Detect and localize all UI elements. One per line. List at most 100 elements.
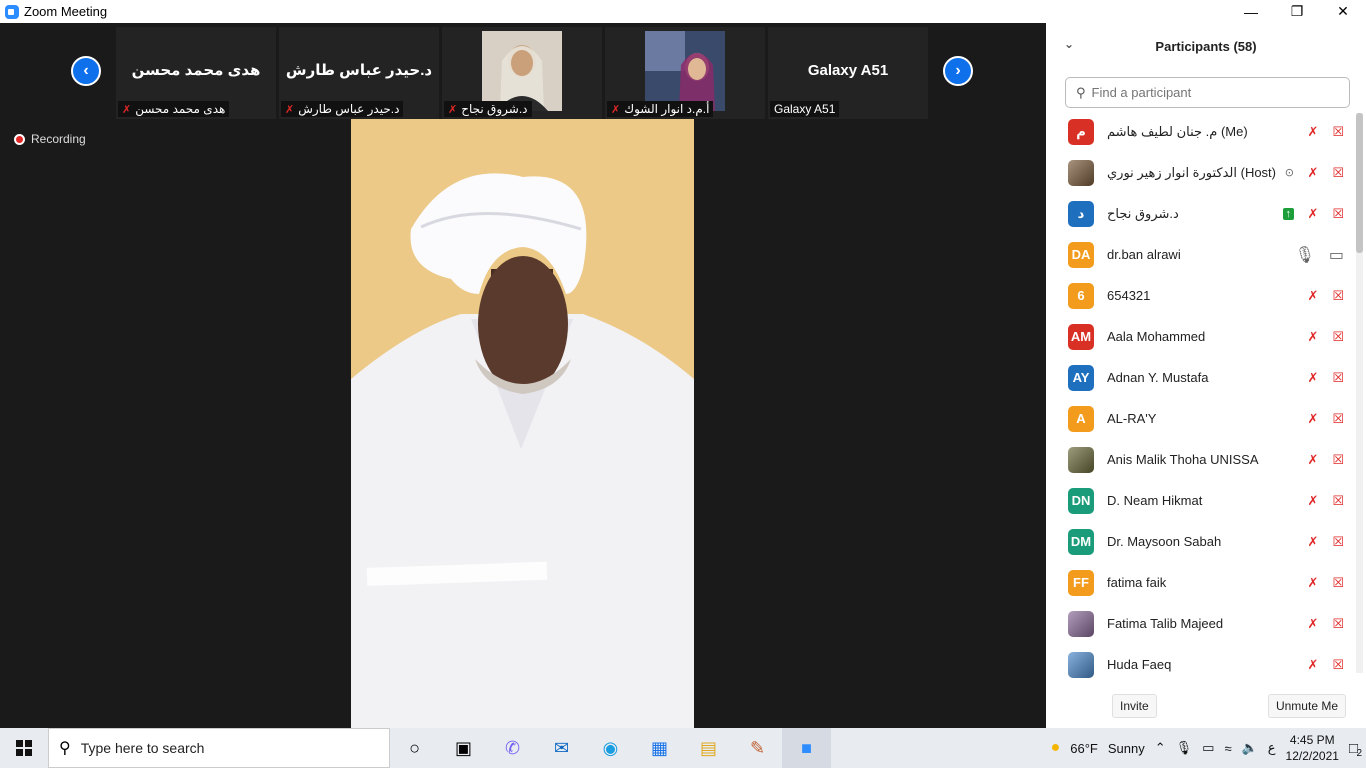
thumbnail-label-text: Galaxy A51	[774, 102, 836, 116]
video-off-icon[interactable]: ☒	[1332, 329, 1344, 345]
weather-temperature[interactable]: 66°F	[1070, 741, 1098, 756]
participant-search-input[interactable]	[1091, 85, 1332, 100]
weather-sun-icon: ●	[1050, 739, 1061, 756]
participant-row[interactable]: DM Dr. Maysoon Sabah ✗ ☒	[1046, 521, 1356, 562]
participant-name: fatima faik	[1107, 575, 1167, 590]
participant-name: د.شروق نجاح	[1107, 205, 1179, 221]
microphone-icon[interactable]: 🎙	[1295, 245, 1315, 265]
invite-button[interactable]: Invite	[1112, 694, 1157, 718]
thumbnail-tile[interactable]: ✗ د.شروق نجاح	[442, 27, 602, 119]
muted-mic-icon[interactable]: ✗	[1307, 575, 1318, 591]
video-off-icon[interactable]: ☒	[1332, 575, 1344, 591]
participant-row[interactable]: FF fatima faik ✗ ☒	[1046, 562, 1356, 603]
video-off-icon[interactable]: ☒	[1332, 124, 1344, 140]
video-off-icon[interactable]: ☒	[1332, 165, 1344, 181]
unmute-me-button[interactable]: Unmute Me	[1267, 694, 1346, 718]
muted-mic-icon[interactable]: ✗	[1307, 493, 1318, 509]
video-camera-icon[interactable]: ▭	[1329, 245, 1344, 265]
maximize-button[interactable]: ❐	[1274, 0, 1320, 23]
participant-row[interactable]: AY Adnan Y. Mustafa ✗ ☒	[1046, 357, 1356, 398]
participant-row[interactable]: A AL-RA'Y ✗ ☒	[1046, 398, 1356, 439]
participant-row[interactable]: DA dr.ban alrawi 🎙 ▭	[1046, 234, 1356, 275]
muted-mic-icon[interactable]: ✗	[1307, 657, 1318, 673]
windows-start-icon[interactable]	[0, 728, 48, 768]
thumbnail-tile[interactable]: Galaxy A51 Galaxy A51	[768, 27, 928, 119]
muted-mic-icon[interactable]: ✗	[1307, 452, 1318, 468]
input-language[interactable]: ع	[1268, 740, 1276, 756]
thumbnail-tile[interactable]: هدى محمد محسن ✗ هدى محمد محسن	[116, 27, 276, 119]
video-off-icon[interactable]: ☒	[1332, 288, 1344, 304]
video-off-icon[interactable]: ☒	[1332, 657, 1344, 673]
participant-avatar: DM	[1068, 528, 1094, 555]
viber-icon[interactable]: ✆	[488, 728, 537, 768]
muted-mic-icon[interactable]: ✗	[1307, 206, 1318, 222]
battery-icon[interactable]: ▭	[1202, 740, 1214, 756]
participant-row[interactable]: د د.شروق نجاح ↑ ✗ ☒	[1046, 193, 1356, 234]
windows-taskbar: ⚲ Type here to search ○ ▣ ✆ ✉ ◉ ▦ ▤ ✎ ■ …	[0, 728, 1366, 768]
file-explorer-icon[interactable]: ▤	[684, 728, 733, 768]
participant-row[interactable]: DN D. Neam Hikmat ✗ ☒	[1046, 480, 1356, 521]
edge-icon[interactable]: ◉	[586, 728, 635, 768]
participant-status-icons: 🎙 ▭	[1295, 245, 1344, 265]
microphone-icon[interactable]: 🎙	[1176, 740, 1193, 756]
participant-video-thumbnail	[482, 31, 562, 111]
thumbnail-name-label: Galaxy A51	[770, 101, 840, 117]
video-off-icon[interactable]: ☒	[1332, 616, 1344, 632]
muted-mic-icon[interactable]: ✗	[1307, 411, 1318, 427]
paint-icon[interactable]: ✎	[733, 728, 782, 768]
thumbnail-label-text: د.شروق نجاح	[461, 102, 528, 116]
participant-row[interactable]: Huda Faeq ✗ ☒	[1046, 644, 1356, 681]
participant-name: 654321	[1107, 288, 1151, 303]
zoom-taskbar-icon[interactable]: ■	[782, 728, 831, 768]
participant-row[interactable]: AM Aala Mohammed ✗ ☒	[1046, 316, 1356, 357]
minimize-button[interactable]: —	[1228, 0, 1274, 23]
muted-mic-icon[interactable]: ✗	[1307, 329, 1318, 345]
task-view-icon[interactable]: ▣	[439, 728, 488, 768]
participant-avatar: م	[1068, 118, 1094, 145]
participants-header: ⌄ Participants (58)	[1046, 23, 1366, 69]
muted-mic-icon[interactable]: ✗	[1307, 616, 1318, 632]
taskbar-search-box[interactable]: ⚲ Type here to search	[48, 728, 390, 768]
tray-chevron-icon[interactable]: ⌃	[1155, 740, 1166, 756]
participant-row[interactable]: Anis Malik Thoha UNISSA ✗ ☒	[1046, 439, 1356, 480]
thumbnail-strip: هدى محمد محسن ✗ هدى محمد محسن د.حيدر عباس…	[116, 27, 928, 119]
muted-mic-icon[interactable]: ✗	[1307, 124, 1318, 140]
video-off-icon[interactable]: ☒	[1332, 493, 1344, 509]
muted-mic-icon[interactable]: ✗	[1307, 165, 1318, 181]
participant-avatar	[1068, 651, 1094, 678]
participant-row[interactable]: م م. جنان لطيف هاشم (Me) ✗ ☒	[1046, 111, 1356, 152]
store-icon[interactable]: ▦	[635, 728, 684, 768]
notifications-icon[interactable]: □ 2	[1349, 740, 1362, 759]
video-off-icon[interactable]: ☒	[1332, 534, 1344, 550]
participant-status-icons: ✗ ☒	[1307, 616, 1344, 632]
participant-row[interactable]: الدكتورة انوار زهير نوري (Host) ⊙ ✗ ☒	[1046, 152, 1356, 193]
participant-row[interactable]: Fatima Talib Majeed ✗ ☒	[1046, 603, 1356, 644]
muted-mic-icon[interactable]: ✗	[1307, 534, 1318, 550]
mail-icon[interactable]: ✉	[537, 728, 586, 768]
participant-name: Adnan Y. Mustafa	[1107, 370, 1209, 385]
weather-condition[interactable]: Sunny	[1108, 741, 1145, 756]
thumbnail-tile[interactable]: د.حيدر عباس طارش ✗ د.حيدر عباس طارش	[279, 27, 439, 119]
participant-name: Dr. Maysoon Sabah	[1107, 534, 1222, 549]
volume-icon[interactable]: 🔈	[1242, 740, 1258, 756]
video-off-icon[interactable]: ☒	[1332, 411, 1344, 427]
taskbar-clock[interactable]: 4:45 PM 12/2/2021	[1286, 732, 1339, 764]
close-button[interactable]: ✕	[1320, 0, 1366, 23]
participant-row[interactable]: 6 654321 ✗ ☒	[1046, 275, 1356, 316]
next-page-arrow-icon[interactable]: ›	[943, 56, 973, 86]
muted-mic-icon[interactable]: ✗	[1307, 288, 1318, 304]
notification-count: 2	[1356, 747, 1362, 759]
muted-mic-icon[interactable]: ✗	[1307, 370, 1318, 386]
participant-search-box[interactable]: ⚲	[1065, 77, 1350, 108]
prev-page-arrow-icon[interactable]: ‹	[71, 56, 101, 86]
cortana-icon[interactable]: ○	[390, 728, 439, 768]
search-icon: ⚲	[1076, 84, 1086, 100]
title-bar: Zoom Meeting — ❐ ✕	[0, 0, 1366, 23]
video-off-icon[interactable]: ☒	[1332, 452, 1344, 468]
thumbnail-tile[interactable]: ✗ أ.م.د انوار الشوك	[605, 27, 765, 119]
wifi-icon[interactable]: ≈	[1224, 741, 1231, 756]
collapse-chevron-icon[interactable]: ⌄	[1064, 37, 1074, 51]
video-off-icon[interactable]: ☒	[1332, 206, 1344, 222]
participant-list-scrollbar[interactable]	[1356, 113, 1363, 673]
video-off-icon[interactable]: ☒	[1332, 370, 1344, 386]
